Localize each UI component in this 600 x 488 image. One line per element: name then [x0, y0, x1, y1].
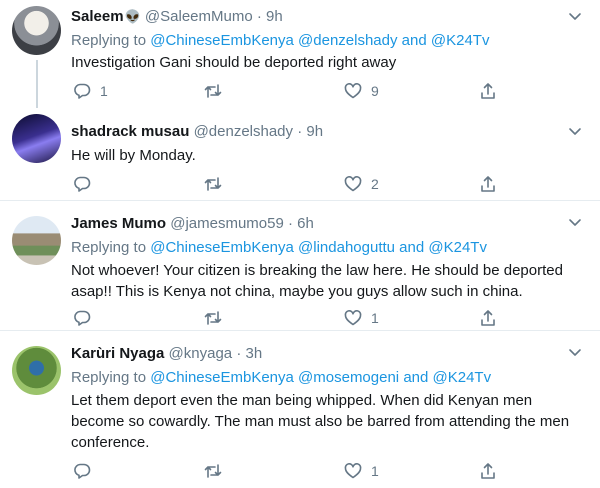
replying-to-line: Replying to @ChineseEmbKenya @mosemogeni…: [71, 368, 491, 388]
tweet[interactable]: Saleem👽 @SaleemMumo · 9h Replying to @Ch…: [0, 0, 600, 108]
tweet-header: James Mumo @jamesmumo59 · 6h: [71, 214, 314, 234]
mention-link[interactable]: @K24Tv: [428, 239, 487, 256]
avatar[interactable]: [12, 346, 61, 395]
mention-link[interactable]: @ChineseEmbKenya: [150, 32, 294, 49]
reply-thread: Saleem👽 @SaleemMumo · 9h Replying to @Ch…: [0, 0, 600, 488]
reply-icon: [74, 310, 91, 326]
display-name[interactable]: James Mumo: [71, 215, 166, 232]
tweet[interactable]: James Mumo @jamesmumo59 · 6h Replying to…: [0, 200, 600, 330]
timestamp[interactable]: 6h: [297, 215, 314, 232]
separator-dot: ·: [288, 215, 293, 232]
chevron-down-icon[interactable]: [566, 7, 584, 25]
share-button[interactable]: [479, 461, 497, 481]
heart-icon: [344, 176, 362, 192]
mention-link[interactable]: @ChineseEmbKenya: [150, 239, 294, 256]
share-icon: [481, 463, 495, 479]
user-handle[interactable]: @knyaga: [169, 345, 233, 362]
tweet-header: Karùri Nyaga @knyaga · 3h: [71, 344, 262, 364]
reply-button[interactable]: 1: [73, 81, 108, 101]
mention-link[interactable]: @ChineseEmbKenya: [150, 369, 294, 386]
tweet-actions: 1: [71, 308, 501, 328]
mention-link[interactable]: @K24Tv: [431, 32, 490, 49]
replying-to-label: Replying to: [71, 239, 147, 256]
tweet-text: Investigation Gani should be deported ri…: [71, 54, 397, 71]
like-button[interactable]: 1: [344, 308, 379, 328]
reply-button[interactable]: [73, 174, 100, 194]
avatar[interactable]: [12, 6, 61, 55]
timestamp[interactable]: 3h: [246, 345, 263, 362]
display-name[interactable]: Karùri Nyaga: [71, 345, 164, 362]
tweet-text: He will by Monday.: [71, 147, 196, 164]
alien-emoji-icon: 👽: [124, 9, 141, 24]
replying-to-label: Replying to: [71, 369, 147, 386]
share-button[interactable]: [479, 81, 497, 101]
reply-icon: [74, 83, 91, 99]
retweet-icon: [204, 177, 222, 191]
retweet-icon: [204, 311, 222, 325]
replying-to-and[interactable]: and: [402, 32, 427, 49]
thread-connector-line: [36, 60, 38, 108]
separator-dot: ·: [297, 123, 303, 140]
chevron-down-icon[interactable]: [566, 122, 584, 140]
reply-icon: [74, 176, 91, 192]
mention-link[interactable]: @lindahoguttu: [298, 239, 395, 256]
replying-to-line: Replying to @ChineseEmbKenya @denzelshad…: [71, 31, 489, 51]
share-button[interactable]: [479, 308, 497, 328]
replying-to-label: Replying to: [71, 32, 147, 49]
mention-link[interactable]: @denzelshady: [298, 32, 397, 49]
share-button[interactable]: [479, 174, 497, 194]
replying-to-and[interactable]: and: [403, 369, 428, 386]
display-name[interactable]: Saleem: [71, 8, 124, 25]
avatar[interactable]: [12, 216, 61, 265]
like-count: 1: [371, 463, 379, 479]
like-button[interactable]: 2: [344, 174, 379, 194]
tweet-actions: 2: [71, 174, 501, 194]
tweet-actions: 1 9: [71, 81, 501, 101]
timestamp[interactable]: 9h: [306, 123, 323, 140]
tweet-header: shadrack musau @denzelshady · 9h: [71, 122, 323, 142]
mention-link[interactable]: @K24Tv: [433, 369, 492, 386]
reply-icon: [74, 463, 91, 479]
user-handle[interactable]: @SaleemMumo: [145, 8, 253, 25]
separator-dot: ·: [236, 345, 242, 362]
like-count: 2: [371, 176, 379, 192]
tweet[interactable]: shadrack musau @denzelshady · 9h He will…: [0, 108, 600, 200]
timestamp[interactable]: 9h: [266, 8, 283, 25]
replying-to-and[interactable]: and: [399, 239, 424, 256]
share-icon: [481, 176, 495, 192]
like-count: 9: [371, 83, 379, 99]
user-handle[interactable]: @denzelshady: [194, 123, 293, 140]
chevron-down-icon[interactable]: [566, 213, 584, 231]
like-button[interactable]: 1: [344, 461, 379, 481]
heart-icon: [344, 463, 362, 479]
heart-icon: [344, 310, 362, 326]
retweet-icon: [204, 84, 222, 98]
like-button[interactable]: 9: [344, 81, 379, 101]
replying-to-line: Replying to @ChineseEmbKenya @lindahogut…: [71, 238, 487, 258]
tweet-text: Let them deport even the man being whipp…: [71, 392, 570, 451]
retweet-button[interactable]: [204, 174, 231, 194]
reply-button[interactable]: [73, 308, 100, 328]
user-handle[interactable]: @jamesmumo59: [170, 215, 284, 232]
like-count: 1: [371, 310, 379, 326]
chevron-down-icon[interactable]: [566, 343, 584, 361]
tweet[interactable]: Karùri Nyaga @knyaga · 3h Replying to @C…: [0, 330, 600, 488]
retweet-button[interactable]: [204, 308, 231, 328]
tweet-text: Not whoever! Your citizen is breaking th…: [71, 262, 563, 300]
separator-dot: ·: [256, 8, 262, 25]
avatar[interactable]: [12, 114, 61, 163]
retweet-button[interactable]: [204, 81, 231, 101]
reply-count: 1: [100, 83, 108, 99]
share-icon: [481, 83, 495, 99]
retweet-icon: [204, 464, 222, 478]
tweet-actions: 1: [71, 461, 501, 481]
retweet-button[interactable]: [204, 461, 231, 481]
tweet-header: Saleem👽 @SaleemMumo · 9h: [71, 7, 283, 27]
heart-icon: [344, 83, 362, 99]
mention-link[interactable]: @mosemogeni: [298, 369, 399, 386]
share-icon: [481, 310, 495, 326]
reply-button[interactable]: [73, 461, 100, 481]
display-name[interactable]: shadrack musau: [71, 123, 189, 140]
